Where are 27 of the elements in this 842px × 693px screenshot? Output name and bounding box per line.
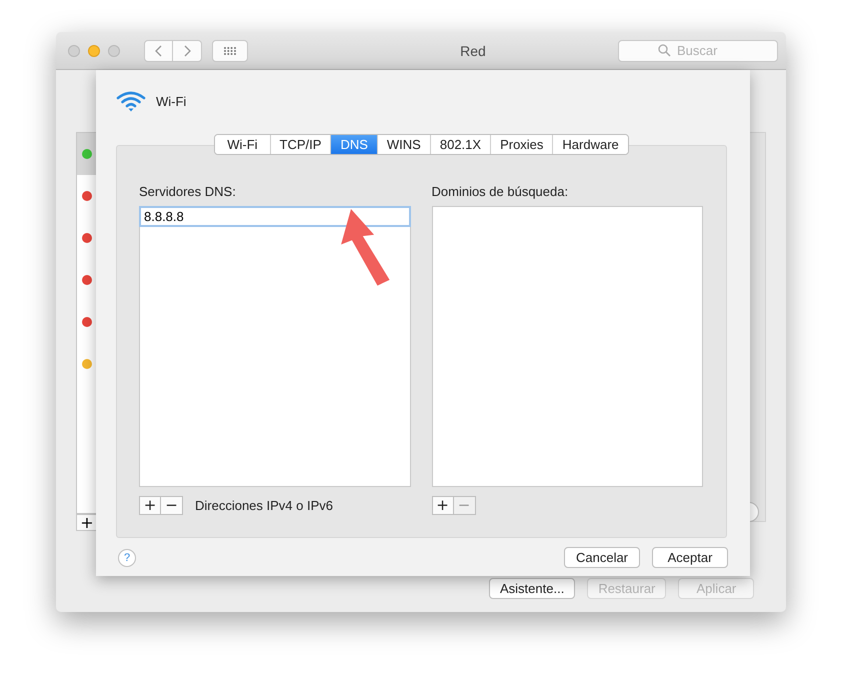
chevron-right-icon <box>183 44 191 56</box>
forward-button[interactable] <box>173 40 202 62</box>
assistant-button[interactable]: Asistente... <box>489 578 576 599</box>
show-all-button[interactable] <box>212 40 248 62</box>
ok-button[interactable]: Aceptar <box>652 547 728 568</box>
minimize-button[interactable] <box>88 44 100 56</box>
dns-servers-label: Servidores DNS: <box>139 184 237 199</box>
close-button[interactable] <box>68 44 80 56</box>
search-field[interactable]: Buscar <box>618 40 778 62</box>
chevron-left-icon <box>154 44 162 56</box>
search-icon <box>658 44 671 56</box>
search-domains-label: Dominios de búsqueda: <box>432 184 570 199</box>
cancel-button[interactable]: Cancelar <box>564 547 640 568</box>
remove-button[interactable]: − <box>161 496 183 515</box>
service-item[interactable] <box>77 133 97 175</box>
tab[interactable]: Hardware <box>552 135 628 154</box>
wifi-icon <box>116 90 146 112</box>
zoom-button[interactable] <box>108 44 120 56</box>
add-button[interactable]: + <box>432 496 454 515</box>
add-button[interactable]: + <box>139 496 161 515</box>
grid-icon <box>223 46 237 56</box>
address-field[interactable]: 8.8.8.8 <box>139 206 410 227</box>
hint-text: Direcciones IPv4 o IPv6 <box>195 498 334 513</box>
back-button[interactable] <box>144 40 173 62</box>
network-name: Wi-Fi <box>156 94 186 108</box>
window-title: Red <box>459 42 487 58</box>
add-service-button[interactable]: + <box>76 514 97 531</box>
